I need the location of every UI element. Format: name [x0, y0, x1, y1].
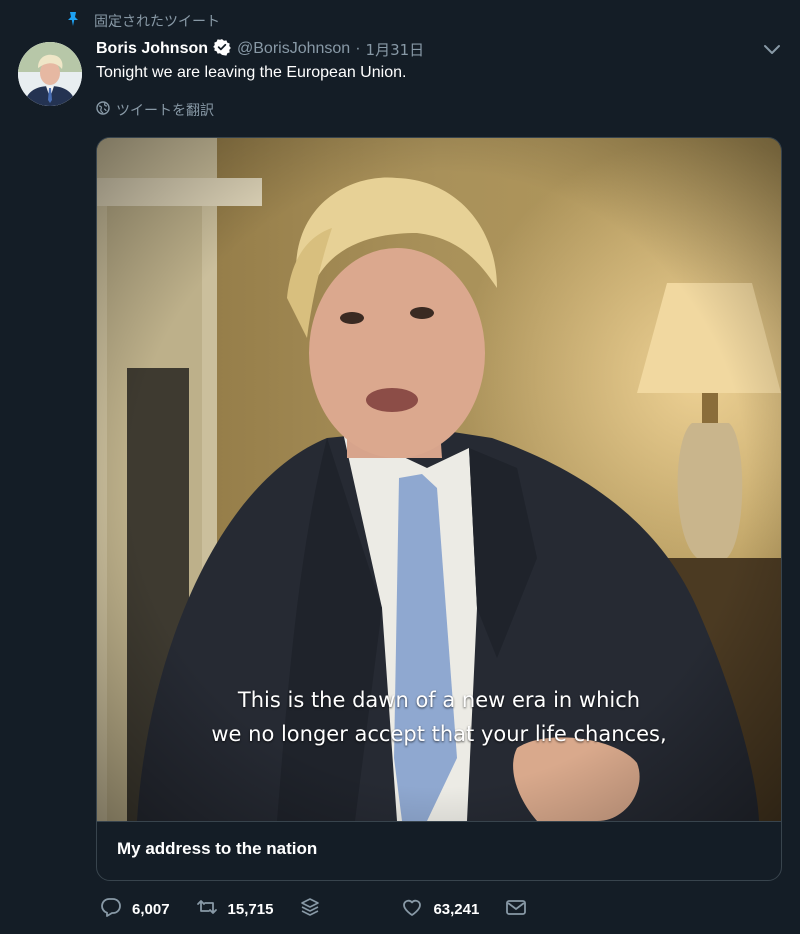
reply-icon: [100, 897, 122, 921]
video-player[interactable]: This is the dawn of a new era in which w…: [97, 138, 781, 821]
layers-icon: [299, 897, 321, 921]
pin-icon: [66, 11, 80, 31]
tweet-header: Boris Johnson @BorisJohnson · 1月31日: [96, 37, 424, 61]
pinned-text: 固定されたツイート: [94, 14, 220, 30]
retweet-icon: [196, 897, 218, 921]
translate-tweet-link[interactable]: ツイートを翻訳: [96, 100, 214, 120]
direct-message-button[interactable]: [505, 897, 527, 921]
video-card[interactable]: This is the dawn of a new era in which w…: [96, 137, 782, 881]
card-title: My address to the nation: [117, 839, 318, 858]
chevron-down-icon[interactable]: [762, 42, 782, 58]
translate-label: ツイートを翻訳: [116, 103, 214, 119]
retweet-button[interactable]: 15,715: [196, 897, 274, 921]
author-handle[interactable]: @BorisJohnson: [237, 40, 350, 58]
reply-count: 6,007: [132, 900, 170, 918]
separator-dot: ·: [355, 40, 361, 57]
avatar[interactable]: [18, 42, 82, 106]
globe-icon: [96, 101, 110, 119]
heart-icon: [401, 897, 423, 921]
author-name[interactable]: Boris Johnson: [96, 40, 208, 58]
video-subtitle-line2: we no longer accept that your life chanc…: [211, 722, 667, 746]
envelope-icon: [505, 897, 527, 921]
video-frame: [97, 138, 781, 821]
reply-button[interactable]: 6,007: [100, 897, 170, 921]
verified-icon: [208, 38, 237, 61]
tweet-text: Tonight we are leaving the European Unio…: [96, 64, 407, 81]
video-subtitle-line1: This is the dawn of a new era in which: [237, 688, 641, 712]
tweet-actions: 6,007 15,715 63,241: [100, 896, 553, 922]
card-title-area[interactable]: My address to the nation: [97, 821, 781, 880]
like-count: 63,241: [433, 900, 480, 918]
like-button[interactable]: 63,241: [401, 897, 479, 921]
retweet-count: 15,715: [227, 900, 274, 918]
avatar-image: [18, 42, 82, 106]
stack-icon-button[interactable]: [299, 897, 321, 921]
tweet-date[interactable]: 1月31日: [366, 39, 425, 60]
pinned-tweet-label: 固定されたツイート: [66, 10, 220, 32]
